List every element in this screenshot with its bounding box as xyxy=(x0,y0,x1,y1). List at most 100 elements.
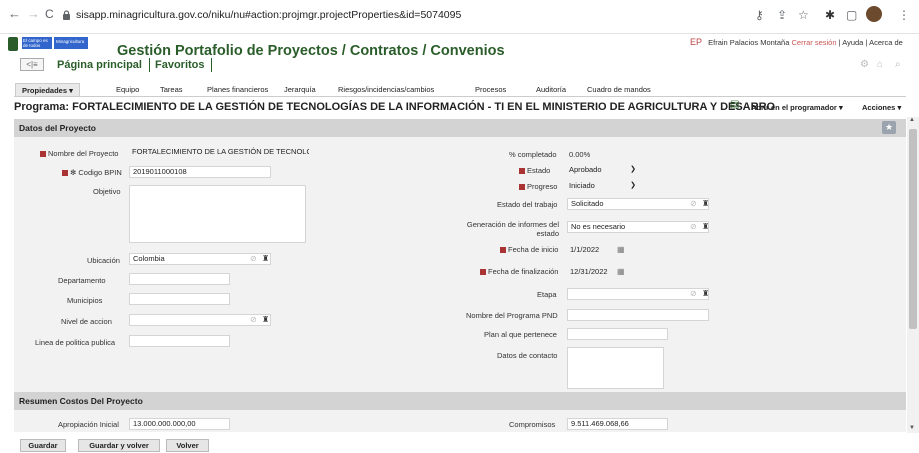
municipios-input[interactable] xyxy=(129,293,230,305)
label-text: Codigo BPIN xyxy=(78,168,122,177)
scroll-down-icon[interactable]: ▼ xyxy=(909,425,915,431)
forward-arrow-icon[interactable]: → xyxy=(27,7,40,21)
tab-auditoria[interactable]: Auditoría xyxy=(536,83,566,96)
field-label-compromisos: Compromisos xyxy=(509,420,556,429)
save-button[interactable]: Guardar xyxy=(20,439,66,452)
select-value: Aprobado xyxy=(569,165,602,174)
contacto-textarea[interactable] xyxy=(567,347,664,389)
scroll-up-icon[interactable]: ▲ xyxy=(909,117,915,123)
field-label-plan: Plan al que pertenece xyxy=(484,330,557,339)
tab-riesgos[interactable]: Riesgos/incidencias/cambios xyxy=(338,83,434,96)
gantt-icon[interactable]: ▤ xyxy=(730,100,743,110)
compromisos-input[interactable]: 9.511.469.068,66 xyxy=(567,418,668,430)
tab-propiedades[interactable]: Propiedades ▾ xyxy=(15,83,80,96)
label-text: Nombre del Proyecto xyxy=(48,149,119,158)
apropiacion-input[interactable]: 13.000.000.000,00 xyxy=(129,418,230,430)
linea-politica-input[interactable] xyxy=(129,335,230,347)
tab-jerarquia[interactable]: Jerarquía xyxy=(284,83,316,96)
back-arrow-icon[interactable]: ← xyxy=(8,7,21,21)
field-label-pnd: Nombre del Programa PND xyxy=(466,311,558,320)
calendar-icon[interactable]: ▦ xyxy=(617,245,625,255)
calendar-icon[interactable]: ▦ xyxy=(617,267,625,277)
clear-icon[interactable]: ⊘ xyxy=(690,289,697,299)
scrollbar-thumb[interactable] xyxy=(909,129,917,329)
binoculars-icon[interactable]: ♜ xyxy=(262,315,269,325)
binoculars-icon[interactable]: ♜ xyxy=(702,199,709,209)
completado-value: 0.00% xyxy=(569,150,591,159)
about-link[interactable]: Acerca de xyxy=(869,38,903,47)
user-bar: EP Efrain Palacios Montaña Cerrar sesión… xyxy=(690,37,903,47)
label-text: Fecha de inicio xyxy=(508,245,559,254)
clear-icon[interactable]: ⊘ xyxy=(250,254,257,264)
clear-icon[interactable]: ⊘ xyxy=(690,199,697,209)
required-icon xyxy=(40,151,46,158)
extensions-icon[interactable]: ✱ xyxy=(825,8,835,22)
nombre-proyecto-input[interactable]: FORTALECIMIENTO DE LA GESTIÓN DE TECNOLC xyxy=(129,147,309,159)
help-link[interactable]: Ayuda xyxy=(842,38,863,47)
settings-icon[interactable]: ⚙ xyxy=(860,59,869,70)
chevron-down-icon: ❯ xyxy=(630,166,636,173)
fecha-fin-input[interactable]: 12/31/2022 xyxy=(567,267,612,279)
field-label-completado: % completado xyxy=(509,150,557,159)
informes-input[interactable]: No es necesario xyxy=(567,221,709,233)
tab-tareas[interactable]: Tareas xyxy=(160,83,183,96)
open-scheduler-dropdown[interactable]: Abrir en el programador ▾ xyxy=(751,103,843,112)
key-icon[interactable]: ⚷ xyxy=(755,8,764,22)
departamento-input[interactable] xyxy=(129,273,230,285)
divider xyxy=(149,58,150,72)
field-label-nombre: Nombre del Proyecto xyxy=(40,149,118,158)
logo-minagricultura: Minagricultura xyxy=(54,37,88,49)
estado-select[interactable]: Aprobado ❯ xyxy=(569,164,636,176)
field-label-progreso: Progreso xyxy=(519,182,557,191)
favorites-link[interactable]: Favoritos xyxy=(155,59,205,71)
field-label-ubicacion: Ubicación xyxy=(87,256,120,265)
logo-text-2: Minagricultura xyxy=(56,39,85,44)
tab-planes-financieros[interactable]: Planes financieros xyxy=(207,83,268,96)
menu-kebab-icon[interactable]: ⋮ xyxy=(898,8,910,22)
logout-link[interactable]: Cerrar sesión xyxy=(792,38,837,47)
required-icon xyxy=(519,168,525,175)
fecha-inicio-input[interactable]: 1/1/2022 xyxy=(567,245,612,257)
field-label-etapa: Etapa xyxy=(537,290,557,299)
field-label-objetivo: Objetivo xyxy=(93,187,121,196)
share-icon[interactable]: ⇪ xyxy=(777,8,787,22)
reload-icon[interactable]: C xyxy=(45,7,54,21)
label-text: Progreso xyxy=(527,182,558,191)
binoculars-icon[interactable]: ♜ xyxy=(262,254,269,264)
home-icon[interactable]: ⌂ xyxy=(877,59,883,70)
address-bar[interactable]: sisapp.minagricultura.gov.co/niku/nu#act… xyxy=(62,5,682,27)
browser-toolbar: ← → C sisapp.minagricultura.gov.co/niku/… xyxy=(0,0,919,34)
favorite-star-icon[interactable]: ★ xyxy=(882,121,896,134)
objetivo-textarea[interactable] xyxy=(129,185,306,243)
codigo-bpin-input[interactable]: 2019011000108 xyxy=(129,166,271,178)
save-and-back-button[interactable]: Guardar y volver xyxy=(78,439,160,452)
menu-toggle-button[interactable]: <|≡ xyxy=(20,58,44,71)
plan-input[interactable] xyxy=(567,328,668,340)
key-field-icon: ✻ xyxy=(70,168,77,177)
tab-cuadro-de-mandos[interactable]: Cuadro de mandos xyxy=(587,83,651,96)
clear-icon[interactable]: ⊘ xyxy=(690,222,697,232)
binoculars-icon[interactable]: ♜ xyxy=(702,222,709,232)
field-label-informes: Generación de informes del estado xyxy=(466,220,559,238)
home-link[interactable]: Página principal xyxy=(57,59,142,71)
field-label-fin: Fecha de finalización xyxy=(480,267,558,276)
binoculars-icon[interactable]: ♜ xyxy=(702,289,709,299)
actions-dropdown[interactable]: Acciones ▾ xyxy=(862,103,901,112)
tab-procesos[interactable]: Procesos xyxy=(475,83,506,96)
clear-icon[interactable]: ⊘ xyxy=(250,315,257,325)
program-title: Programa: FORTALECIMIENTO DE LA GESTIÓN … xyxy=(14,101,776,113)
field-label-departamento: Departamento xyxy=(58,276,106,285)
bookmark-star-icon[interactable]: ☆ xyxy=(798,8,809,22)
tab-equipo[interactable]: Equipo xyxy=(116,83,139,96)
back-button[interactable]: Volver xyxy=(166,439,209,452)
progreso-select[interactable]: Iniciado ❯ xyxy=(569,180,636,192)
programa-pnd-input[interactable] xyxy=(567,309,709,321)
logo-text: El campo es de todos xyxy=(23,38,48,48)
profile-avatar[interactable] xyxy=(866,6,882,22)
estado-trabajo-input[interactable]: Solicitado xyxy=(567,198,709,210)
search-icon[interactable]: ⌕ xyxy=(895,59,901,70)
required-icon xyxy=(62,170,68,177)
sidebar-icon[interactable]: ▢ xyxy=(846,8,857,22)
etapa-input[interactable] xyxy=(567,288,709,300)
scrollbar[interactable]: ▲ ▼ xyxy=(907,117,919,433)
